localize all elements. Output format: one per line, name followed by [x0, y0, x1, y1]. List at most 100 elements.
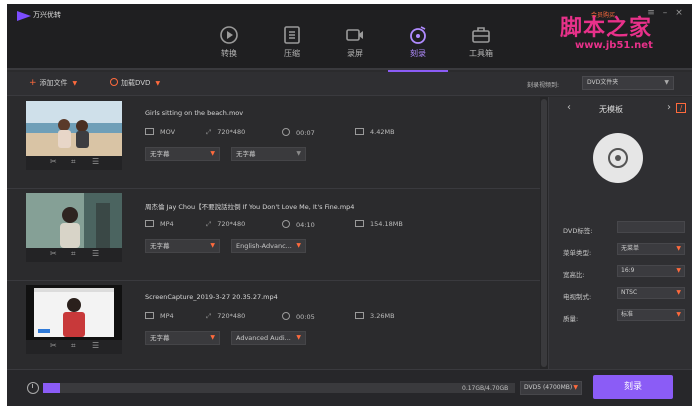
list-item[interactable]: ✂ ⌗ ☰ Girls sitting on the beach.mov MOV… [7, 97, 540, 189]
crop-icon[interactable]: ⌗ [71, 157, 76, 167]
video-thumbnail[interactable] [26, 285, 122, 340]
burn-to-select[interactable]: DVD文件夹 ▼ [582, 76, 674, 90]
bottom-bar: 0.17GB/4.70GB DVD5 (4700MB) ▼ 刻录 [7, 369, 692, 406]
menu-type-value: 无菜单 [621, 245, 640, 252]
tab-burn-label: 刻录 [410, 49, 426, 58]
chevron-down-icon: ▼ [676, 289, 681, 296]
tv-standard-select[interactable]: NTSC ▼ [617, 287, 685, 299]
size-info: 4.42MB [355, 128, 395, 136]
scrollbar-thumb[interactable] [541, 99, 547, 367]
video-thumbnail[interactable] [26, 101, 122, 156]
chevron-down-icon: ▼ [155, 80, 161, 87]
resolution-icon: ⤢ [206, 128, 212, 136]
duration-info: 00:05 [282, 312, 315, 321]
list-item[interactable]: ✂ ⌗ ☰ ScreenCapture_2019-3-27 20.35.27.m… [7, 281, 540, 373]
chevron-down-icon: ▼ [676, 267, 681, 274]
subtitle-select[interactable]: 无字幕 ▼ [145, 331, 220, 345]
aspect-ratio-select[interactable]: 16:9 ▼ [617, 265, 685, 277]
quality-value: 标准 [621, 311, 634, 318]
format-info: MP4 [145, 220, 174, 228]
toolbar: + 添加文件 ▼ 加载DVD ▼ 刻录视频到: DVD文件夹 ▼ [7, 72, 692, 96]
chevron-down-icon: ▼ [664, 79, 669, 86]
app-window: 万兴优转 会员购买 ≡ – × 转换 压缩 录屏 刻录 工具箱 +添加文件▼ [7, 4, 692, 406]
app-title: 万兴优转 [33, 11, 61, 19]
trim-icon[interactable]: ✂ [50, 249, 57, 258]
video-thumbnail[interactable] [26, 193, 122, 248]
subtitle-value: 无字幕 [150, 334, 170, 342]
thumbnail-toolbar: ✂ ⌗ ☰ [26, 156, 122, 170]
plus-icon: + [29, 78, 37, 88]
minimize-icon[interactable]: – [659, 7, 671, 19]
disc-size-select[interactable]: DVD5 (4700MB) ▼ [520, 381, 582, 395]
subtitle-select[interactable]: 无字幕 ▼ [145, 239, 220, 253]
menu-type-label: 菜单类型: [563, 249, 592, 257]
tv-standard-label: 电视制式: [563, 293, 592, 301]
list-scrollbar[interactable] [540, 97, 548, 369]
quality-select[interactable]: 标准 ▼ [617, 309, 685, 321]
prev-template-icon[interactable]: ‹ [567, 102, 571, 113]
audio-select[interactable]: English-Advanc... ▼ [231, 239, 306, 253]
aspect-ratio-label: 宽高比: [563, 271, 585, 279]
load-dvd-button[interactable]: 加载DVD ▼ [110, 78, 160, 88]
burn-to-value: DVD文件夹 [587, 79, 619, 86]
chevron-down-icon: ▼ [210, 150, 215, 157]
disc-capacity-bar [43, 383, 515, 393]
disc-hole [615, 155, 621, 161]
tab-burn[interactable]: 刻录 [388, 22, 448, 72]
audio-select[interactable]: Advanced Audi... ▼ [231, 331, 306, 345]
next-template-icon[interactable]: › [667, 102, 671, 113]
resolution-info: ⤢ 720*480 [206, 220, 246, 228]
burn-button[interactable]: 刻录 [593, 375, 673, 399]
record-screen-icon [346, 29, 363, 41]
subtitle-value: 无字幕 [150, 150, 170, 158]
edit-template-icon[interactable]: / [676, 103, 686, 113]
tab-toolbox[interactable]: 工具箱 [451, 22, 511, 70]
trim-icon[interactable]: ✂ [50, 341, 57, 350]
chevron-down-icon: ▼ [296, 334, 301, 341]
crop-icon[interactable]: ⌗ [71, 341, 76, 351]
add-file-button[interactable]: + 添加文件 ▼ [29, 78, 77, 88]
disc-icon [110, 78, 118, 86]
tab-record-screen-label: 录屏 [347, 49, 363, 58]
watermark-logo: 脚本之家 [560, 15, 653, 41]
app-logo-icon [17, 11, 31, 21]
chevron-down-icon: ▼ [573, 384, 578, 391]
effects-icon[interactable]: ☰ [92, 249, 99, 258]
effects-icon[interactable]: ☰ [92, 341, 99, 350]
quality-label: 质量: [563, 315, 579, 323]
resolution-info: ⤢ 720*480 [206, 128, 246, 136]
dvd-label-input[interactable] [617, 221, 685, 233]
tab-compress[interactable]: 压缩 [262, 22, 322, 70]
effects-icon[interactable]: ☰ [92, 157, 99, 166]
duration-info: 04:10 [282, 220, 315, 229]
chevron-down-icon: ▼ [296, 150, 301, 157]
burn-to-label: 刻录视频到: [527, 82, 560, 89]
chevron-down-icon: ▼ [72, 80, 78, 87]
thumbnail-toolbar: ✂ ⌗ ☰ [26, 248, 122, 262]
disc-capacity-fill [43, 383, 60, 393]
audio-value: Advanced Audi... [236, 334, 291, 342]
clock-icon [282, 312, 290, 320]
disc-size-value: DVD5 (4700MB) [524, 384, 573, 391]
list-item[interactable]: ✂ ⌗ ☰ 周杰倫 Jay Chou【不要說話拉倒 If You Don't L… [7, 189, 540, 281]
schedule-clock-icon[interactable] [27, 382, 39, 394]
size-info: 154.18MB [355, 220, 403, 228]
file-name: ScreenCapture_2019-3-27 20.35.27.mp4 [145, 293, 278, 301]
subtitle-select[interactable]: 无字幕 ▼ [145, 147, 220, 161]
crop-icon[interactable]: ⌗ [71, 249, 76, 259]
size-info: 3.26MB [355, 312, 395, 320]
chevron-down-icon: ▼ [210, 334, 215, 341]
audio-select[interactable]: 无字幕 ▼ [231, 147, 306, 161]
dvd-label-label: DVD标签: [563, 227, 593, 235]
tab-record-screen[interactable]: 录屏 [325, 22, 385, 70]
tab-compress-label: 压缩 [284, 49, 300, 58]
film-icon [145, 312, 154, 319]
close-icon[interactable]: × [673, 7, 685, 19]
tab-convert[interactable]: 转换 [199, 22, 259, 70]
chevron-down-icon: ▼ [210, 242, 215, 249]
menu-type-select[interactable]: 无菜单 ▼ [617, 243, 685, 255]
trim-icon[interactable]: ✂ [50, 157, 57, 166]
subtitle-value: 无字幕 [150, 242, 170, 250]
chevron-down-icon: ▼ [676, 245, 681, 252]
duration-info: 00:07 [282, 128, 315, 137]
